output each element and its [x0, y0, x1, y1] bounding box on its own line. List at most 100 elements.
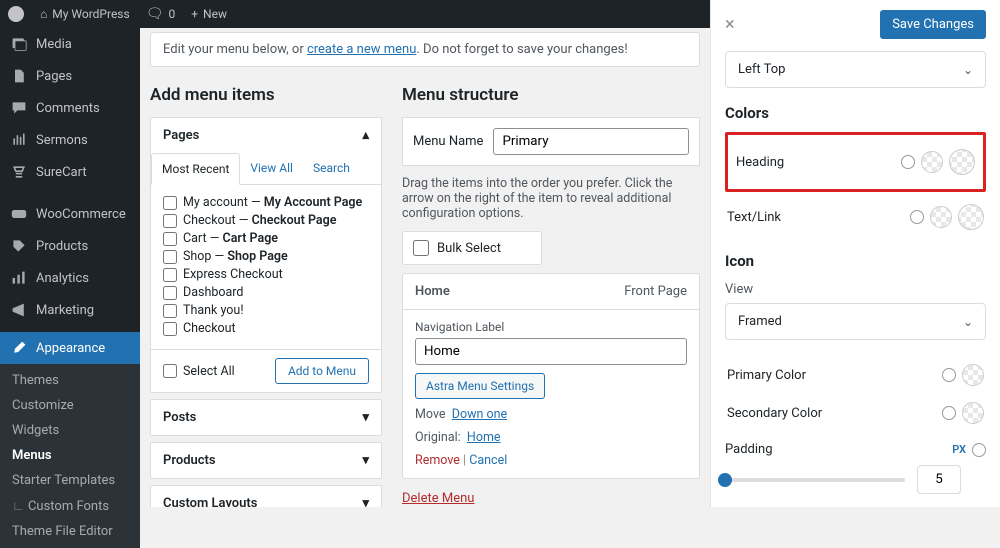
wp-logo[interactable]: [0, 0, 32, 28]
heading-swatch-1[interactable]: [921, 151, 943, 173]
menu-label: Analytics: [36, 271, 89, 286]
content: Edit your menu below, or create a new me…: [140, 28, 710, 507]
menu-label: Comments: [36, 101, 100, 116]
menu-name-input[interactable]: [493, 128, 689, 155]
comment-icon: 🗨: [146, 6, 164, 22]
media-icon: [10, 35, 28, 53]
new-link[interactable]: + New: [183, 0, 235, 28]
tab-most-recent[interactable]: Most Recent: [151, 153, 240, 185]
menu-products[interactable]: Products: [0, 230, 140, 262]
menu-item-header[interactable]: Home Front Page: [403, 274, 699, 310]
admin-menu: Media Pages Comments Sermons SureCart Wo…: [0, 28, 140, 507]
home-icon: ⌂: [40, 7, 47, 21]
padding-slider[interactable]: [725, 478, 905, 482]
menu-surecart[interactable]: SureCart: [0, 156, 140, 188]
page-checkbox-row[interactable]: Cart — Cart Page: [163, 231, 369, 246]
new-label: New: [203, 7, 227, 21]
menu-comments[interactable]: Comments: [0, 92, 140, 124]
view-label: View: [725, 282, 986, 297]
delete-menu-link[interactable]: Delete Menu: [402, 491, 700, 506]
tab-view-all[interactable]: View All: [240, 153, 303, 184]
marketing-icon: [10, 301, 28, 319]
page-checkbox-row[interactable]: My account — My Account Page: [163, 195, 369, 210]
menu-label: Pages: [36, 69, 72, 84]
primary-swatch[interactable]: [962, 364, 984, 386]
reset-icon[interactable]: [942, 368, 956, 382]
reset-icon[interactable]: [972, 443, 986, 457]
side-panel: × Save Changes Left Top ⌄ Colors Heading…: [710, 0, 1000, 507]
menu-label: Appearance: [36, 341, 105, 356]
sub-theme-editor[interactable]: Theme File Editor: [0, 519, 140, 544]
menu-marketing[interactable]: Marketing: [0, 294, 140, 326]
accordion-custom-layouts[interactable]: Custom Layouts▾: [150, 485, 382, 507]
sub-menus[interactable]: Menus: [0, 443, 140, 468]
nav-label: Navigation Label: [415, 320, 687, 334]
tab-search[interactable]: Search: [303, 153, 360, 184]
reset-icon[interactable]: [910, 210, 924, 224]
add-to-menu-button[interactable]: Add to Menu: [275, 358, 369, 384]
page-checkbox-row[interactable]: Checkout — Checkout Page: [163, 213, 369, 228]
sub-widgets[interactable]: Widgets: [0, 418, 140, 443]
text-swatch-1[interactable]: [930, 206, 952, 228]
original-link[interactable]: Home: [467, 430, 501, 445]
secondary-color-label: Secondary Color: [727, 406, 822, 421]
move-down-link[interactable]: Down one: [452, 407, 507, 422]
pages-toggle[interactable]: Pages▴: [151, 118, 381, 153]
menu-sermons[interactable]: Sermons: [0, 124, 140, 156]
home-link[interactable]: ⌂ My WordPress: [32, 0, 138, 28]
view-select[interactable]: Framed ⌄: [725, 303, 986, 340]
nav-label-input[interactable]: [415, 338, 687, 365]
accordion-posts[interactable]: Posts▾: [150, 399, 382, 436]
view-value: Framed: [738, 314, 782, 329]
padding-input[interactable]: [917, 465, 961, 494]
submenu-appearance: Themes Customize Widgets Menus Starter T…: [0, 364, 140, 548]
page-checkbox-row[interactable]: Shop — Shop Page: [163, 249, 369, 264]
menu-appearance[interactable]: Appearance: [0, 332, 140, 364]
analytics-icon: [10, 269, 28, 287]
sub-custom-fonts[interactable]: ∟ Custom Fonts: [0, 493, 140, 519]
close-icon[interactable]: ×: [725, 14, 735, 35]
page-checkbox-row[interactable]: Thank you!: [163, 303, 369, 318]
page-checkbox-row[interactable]: Express Checkout: [163, 267, 369, 282]
save-changes-button[interactable]: Save Changes: [880, 10, 986, 39]
sub-customize[interactable]: Customize: [0, 393, 140, 418]
comments-link[interactable]: 🗨 0: [138, 0, 184, 28]
cancel-link[interactable]: Cancel: [469, 453, 507, 468]
padding-unit[interactable]: PX: [952, 443, 966, 456]
bulk-select[interactable]: Bulk Select: [402, 231, 542, 265]
bulk-checkbox[interactable]: [413, 240, 429, 256]
menu-media[interactable]: Media: [0, 28, 140, 60]
heading-swatch-2[interactable]: [949, 149, 975, 175]
page-checkbox-row[interactable]: Dashboard: [163, 285, 369, 300]
menu-analytics[interactable]: Analytics: [0, 262, 140, 294]
site-name: My WordPress: [52, 7, 129, 21]
select-all[interactable]: Select All: [163, 364, 235, 379]
notice-text2: . Do not forget to save your changes!: [416, 42, 627, 57]
reset-icon[interactable]: [942, 406, 956, 420]
alignment-select[interactable]: Left Top ⌄: [725, 51, 986, 88]
astra-settings-button[interactable]: Astra Menu Settings: [415, 373, 545, 399]
text-swatch-2[interactable]: [958, 204, 984, 230]
menu-woocommerce[interactable]: WooCommerce: [0, 198, 140, 230]
bulk-label: Bulk Select: [437, 241, 501, 256]
woo-icon: [10, 205, 28, 223]
chevron-down-icon: ▾: [362, 453, 369, 468]
reset-icon[interactable]: [901, 155, 915, 169]
sub-starter[interactable]: Starter Templates: [0, 468, 140, 493]
menu-label: Sermons: [36, 133, 88, 148]
alignment-value: Left Top: [738, 62, 785, 77]
menu-item-panel: Home Front Page Navigation Label Astra M…: [402, 273, 700, 479]
remove-link[interactable]: Remove: [415, 453, 460, 468]
secondary-swatch[interactable]: [962, 402, 984, 424]
add-items-heading: Add menu items: [150, 85, 382, 105]
original-label: Original:: [415, 430, 461, 445]
menu-pages[interactable]: Pages: [0, 60, 140, 92]
accordion-products[interactable]: Products▾: [150, 442, 382, 479]
create-menu-link[interactable]: create a new menu: [307, 42, 416, 57]
sub-themes[interactable]: Themes: [0, 368, 140, 393]
padding-label: Padding: [725, 442, 773, 457]
select-all-label: Select All: [183, 364, 235, 379]
chevron-down-icon: ⌄: [963, 315, 973, 329]
page-checkbox-row[interactable]: Checkout: [163, 321, 369, 336]
chevron-up-icon: ▴: [362, 128, 369, 143]
